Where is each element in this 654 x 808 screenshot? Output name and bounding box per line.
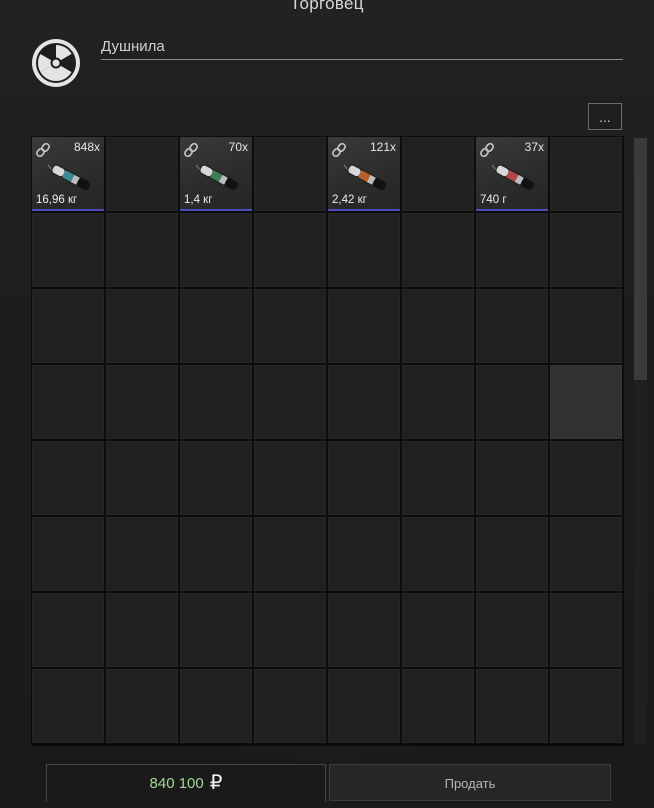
inventory-slot[interactable] bbox=[180, 441, 252, 515]
inventory-slot[interactable] bbox=[180, 289, 252, 363]
inventory-item[interactable]: 37x 740 г bbox=[476, 137, 548, 211]
inventory-slot[interactable] bbox=[328, 441, 400, 515]
money-display: 840 100 ₽ bbox=[46, 764, 326, 802]
inventory-slot[interactable] bbox=[254, 517, 326, 591]
canister-icon bbox=[491, 164, 535, 191]
inventory-slot[interactable] bbox=[550, 669, 622, 743]
item-weight: 2,42 кг bbox=[332, 194, 367, 206]
ruble-icon: ₽ bbox=[209, 772, 223, 794]
inventory-slot[interactable] bbox=[180, 593, 252, 667]
trader-window: Торговец Душнила ... 848x 16,96 кг 70x 1,4 … bbox=[0, 0, 654, 808]
inventory-slot[interactable]: 70x 1,4 кг bbox=[180, 137, 252, 211]
canister-icon bbox=[195, 164, 239, 191]
canister-icon bbox=[343, 164, 387, 191]
inventory-item[interactable]: 121x 2,42 кг bbox=[328, 137, 400, 211]
inventory-slot[interactable] bbox=[550, 137, 622, 211]
inventory-slot[interactable] bbox=[32, 669, 104, 743]
inventory-slot[interactable] bbox=[254, 669, 326, 743]
inventory-slot[interactable] bbox=[550, 441, 622, 515]
inventory-slot[interactable] bbox=[402, 365, 474, 439]
item-quantity: 848x bbox=[73, 140, 100, 154]
item-quantity: 121x bbox=[369, 140, 396, 154]
link-icon bbox=[480, 142, 494, 158]
inventory-slot[interactable] bbox=[476, 289, 548, 363]
inventory-slot[interactable] bbox=[32, 441, 104, 515]
inventory-slot[interactable] bbox=[32, 593, 104, 667]
trader-name: Душнила bbox=[101, 34, 623, 60]
inventory-slot[interactable] bbox=[328, 669, 400, 743]
inventory-slot[interactable] bbox=[550, 289, 622, 363]
inventory-slot[interactable] bbox=[550, 593, 622, 667]
inventory-slot[interactable] bbox=[106, 669, 178, 743]
inventory-slot[interactable] bbox=[106, 593, 178, 667]
inventory-slot[interactable] bbox=[402, 137, 474, 211]
inventory-slot[interactable] bbox=[476, 365, 548, 439]
inventory-slot[interactable] bbox=[106, 441, 178, 515]
inventory-grid: 848x 16,96 кг 70x 1,4 кг 121x 2,42 кг 37x 740 г bbox=[31, 136, 624, 746]
inventory-slot[interactable] bbox=[328, 213, 400, 287]
inventory-slot[interactable] bbox=[254, 365, 326, 439]
inventory-slot[interactable] bbox=[254, 289, 326, 363]
inventory-slot[interactable] bbox=[402, 289, 474, 363]
item-quantity: 70x bbox=[228, 140, 248, 154]
inventory-slot[interactable] bbox=[550, 365, 622, 439]
inventory-slot[interactable] bbox=[402, 213, 474, 287]
item-weight: 1,4 кг bbox=[184, 194, 213, 206]
inventory-slot[interactable] bbox=[106, 213, 178, 287]
inventory-slot[interactable] bbox=[550, 517, 622, 591]
inventory-slot[interactable] bbox=[402, 669, 474, 743]
inventory-slot[interactable] bbox=[476, 593, 548, 667]
item-weight: 16,96 кг bbox=[36, 194, 78, 206]
inventory-slot[interactable] bbox=[328, 593, 400, 667]
inventory-slot[interactable] bbox=[106, 289, 178, 363]
scrollbar-thumb[interactable] bbox=[634, 138, 647, 380]
item-weight: 740 г bbox=[480, 194, 507, 206]
inventory-item[interactable]: 70x 1,4 кг bbox=[180, 137, 252, 211]
inventory-slot[interactable] bbox=[180, 365, 252, 439]
link-icon bbox=[332, 142, 346, 158]
inventory-slot[interactable] bbox=[402, 593, 474, 667]
inventory-slot[interactable] bbox=[328, 289, 400, 363]
inventory-slot[interactable] bbox=[328, 517, 400, 591]
inventory-slot[interactable] bbox=[32, 289, 104, 363]
inventory-slot[interactable] bbox=[254, 213, 326, 287]
inventory-slot[interactable] bbox=[476, 669, 548, 743]
inventory-slot[interactable] bbox=[106, 137, 178, 211]
link-icon bbox=[184, 142, 198, 158]
inventory-slot[interactable] bbox=[32, 213, 104, 287]
inventory-slot[interactable]: 848x 16,96 кг bbox=[32, 137, 104, 211]
inventory-slot[interactable] bbox=[180, 517, 252, 591]
inventory-slot[interactable] bbox=[328, 365, 400, 439]
inventory-slot[interactable] bbox=[402, 517, 474, 591]
inventory-slot[interactable] bbox=[106, 365, 178, 439]
more-options-button[interactable]: ... bbox=[588, 103, 622, 130]
inventory-slot[interactable] bbox=[402, 441, 474, 515]
inventory-slot[interactable]: 37x 740 г bbox=[476, 137, 548, 211]
inventory-slot[interactable] bbox=[254, 593, 326, 667]
link-icon bbox=[36, 142, 50, 158]
canister-icon bbox=[47, 164, 91, 191]
radiation-icon bbox=[32, 39, 80, 87]
window-title: Торговец bbox=[290, 0, 364, 13]
inventory-slot[interactable] bbox=[32, 517, 104, 591]
inventory-slot[interactable] bbox=[254, 441, 326, 515]
inventory-slot[interactable]: 121x 2,42 кг bbox=[328, 137, 400, 211]
inventory-slot[interactable] bbox=[476, 441, 548, 515]
sell-button[interactable]: Продать bbox=[329, 764, 611, 801]
inventory-slot[interactable] bbox=[476, 213, 548, 287]
inventory-slot[interactable] bbox=[180, 669, 252, 743]
inventory-slot[interactable] bbox=[180, 213, 252, 287]
money-amount: 840 100 bbox=[149, 775, 204, 792]
inventory-slot[interactable] bbox=[476, 517, 548, 591]
inventory-slot[interactable] bbox=[254, 137, 326, 211]
inventory-item[interactable]: 848x 16,96 кг bbox=[32, 137, 104, 211]
inventory-slot[interactable] bbox=[550, 213, 622, 287]
inventory-slot[interactable] bbox=[32, 365, 104, 439]
inventory-slot[interactable] bbox=[106, 517, 178, 591]
inventory-scrollbar[interactable] bbox=[634, 138, 647, 745]
item-quantity: 37x bbox=[524, 140, 544, 154]
